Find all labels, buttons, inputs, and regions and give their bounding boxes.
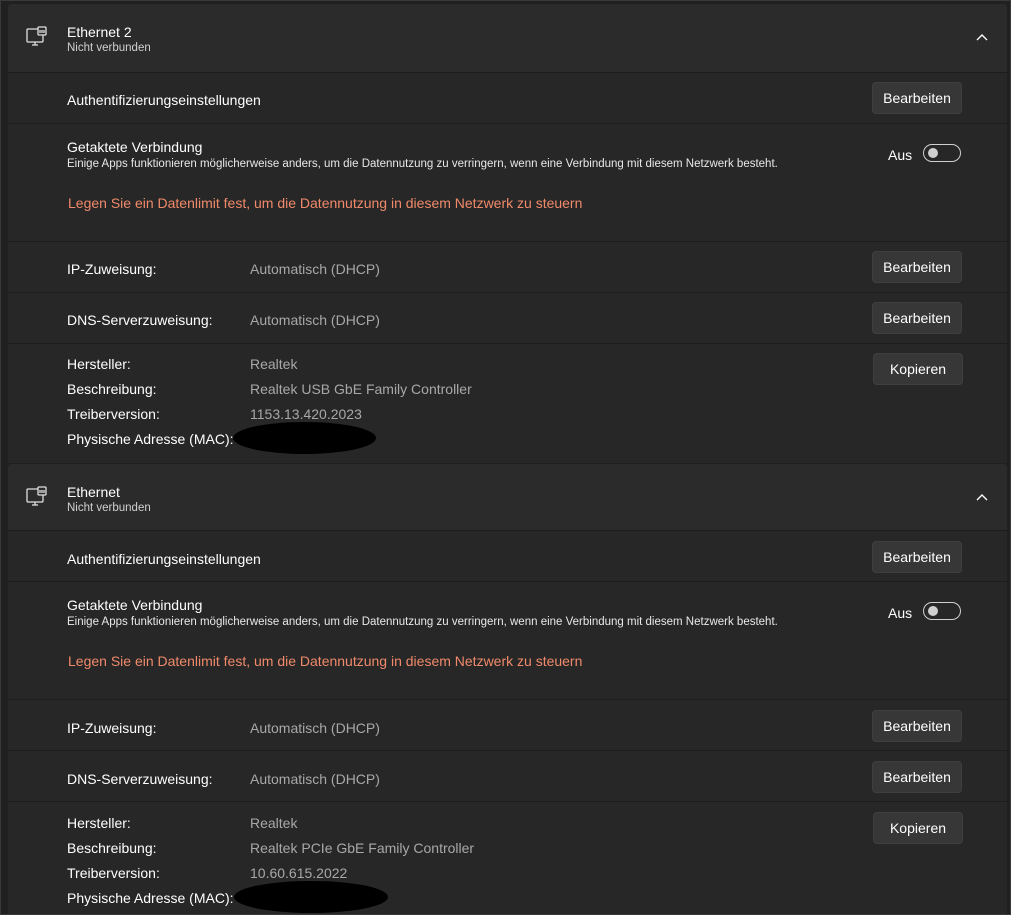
metered-description: Einige Apps funktionieren möglicherweise… — [67, 616, 778, 628]
dns-assignment-label: DNS-Serverzuweisung: — [67, 312, 213, 328]
dns-edit-button[interactable]: Bearbeiten — [872, 302, 962, 334]
metered-connection-row: Getaktete Verbindung Einige Apps funktio… — [8, 123, 1007, 241]
ip-assignment-value: Automatisch (DHCP) — [250, 720, 380, 736]
mac-address-label: Physische Adresse (MAC): — [67, 890, 234, 906]
auth-settings-label: Authentifizierungseinstellungen — [67, 551, 261, 567]
ip-assignment-row: IP-Zuweisung: Automatisch (DHCP) Bearbei… — [8, 241, 1007, 292]
manufacturer-label: Hersteller: — [67, 815, 131, 831]
adapter-title: Ethernet 2 — [67, 24, 132, 40]
mac-address-redaction — [233, 422, 376, 454]
description-label: Beschreibung: — [67, 381, 157, 397]
toggle-knob — [928, 606, 938, 616]
description-value: Realtek PCIe GbE Family Controller — [250, 840, 475, 856]
ip-assignment-label: IP-Zuweisung: — [67, 261, 157, 277]
manufacturer-value: Realtek — [250, 356, 298, 372]
dns-assignment-row: DNS-Serverzuweisung: Automatisch (DHCP) … — [8, 750, 1007, 801]
adapter-status: Nicht verbunden — [67, 42, 151, 54]
ip-assignment-row: IP-Zuweisung: Automatisch (DHCP) Bearbei… — [8, 699, 1007, 750]
metered-toggle-label: Aus — [888, 605, 913, 621]
ip-edit-button[interactable]: Bearbeiten — [872, 251, 962, 283]
data-limit-link[interactable]: Legen Sie ein Datenlimit fest, um die Da… — [68, 195, 582, 211]
adapter-header[interactable]: Ethernet 2 Nicht verbunden — [8, 4, 1007, 72]
dns-edit-button[interactable]: Bearbeiten — [872, 761, 962, 793]
manufacturer-value: Realtek — [250, 815, 298, 831]
mac-address-redaction — [234, 881, 388, 913]
auth-settings-label: Authentifizierungseinstellungen — [67, 92, 261, 108]
metered-toggle[interactable] — [923, 602, 961, 620]
metered-toggle[interactable] — [923, 144, 961, 162]
auth-settings-row: Authentifizierungseinstellungen Bearbeit… — [8, 530, 1007, 581]
ip-edit-button[interactable]: Bearbeiten — [872, 710, 962, 742]
chevron-up-icon[interactable] — [975, 32, 989, 42]
auth-edit-button[interactable]: Bearbeiten — [872, 82, 962, 114]
metered-title: Getaktete Verbindung — [67, 597, 203, 613]
ip-assignment-value: Automatisch (DHCP) — [250, 261, 380, 277]
driver-version-label: Treiberversion: — [67, 406, 160, 422]
copy-button[interactable]: Kopieren — [873, 812, 963, 844]
copy-button[interactable]: Kopieren — [873, 353, 963, 385]
driver-version-value: 1153.13.420.2023 — [250, 406, 362, 422]
dns-assignment-value: Automatisch (DHCP) — [250, 771, 380, 787]
driver-version-label: Treiberversion: — [67, 865, 160, 881]
adapter-properties-row: Hersteller: Realtek Beschreibung: Realte… — [8, 343, 1007, 463]
adapter-status: Nicht verbunden — [67, 502, 151, 514]
network-adapters-page: Ethernet 2 Nicht verbunden Authentifizie… — [0, 0, 1011, 915]
description-value: Realtek USB GbE Family Controller — [250, 381, 472, 397]
ethernet-adapter-icon — [26, 486, 47, 506]
dns-assignment-row: DNS-Serverzuweisung: Automatisch (DHCP) … — [8, 292, 1007, 343]
auth-settings-row: Authentifizierungseinstellungen Bearbeit… — [8, 72, 1007, 123]
manufacturer-label: Hersteller: — [67, 356, 131, 372]
metered-title: Getaktete Verbindung — [67, 139, 203, 155]
chevron-up-icon[interactable] — [975, 492, 989, 502]
dns-assignment-label: DNS-Serverzuweisung: — [67, 771, 213, 787]
driver-version-value: 10.60.615.2022 — [250, 865, 348, 881]
metered-connection-row: Getaktete Verbindung Einige Apps funktio… — [8, 581, 1007, 699]
mac-address-label: Physische Adresse (MAC): — [67, 431, 234, 447]
dns-assignment-value: Automatisch (DHCP) — [250, 312, 380, 328]
adapter-properties-row: Hersteller: Realtek Beschreibung: Realte… — [8, 801, 1007, 914]
adapter-panel-ethernet: Ethernet Nicht verbunden Authentifizieru… — [8, 464, 1007, 914]
metered-toggle-label: Aus — [888, 147, 913, 163]
ip-assignment-label: IP-Zuweisung: — [67, 720, 157, 736]
adapter-panel-ethernet-2: Ethernet 2 Nicht verbunden Authentifizie… — [8, 4, 1007, 463]
description-label: Beschreibung: — [67, 840, 157, 856]
adapter-title: Ethernet — [67, 484, 120, 500]
data-limit-link[interactable]: Legen Sie ein Datenlimit fest, um die Da… — [68, 653, 582, 669]
auth-edit-button[interactable]: Bearbeiten — [872, 541, 962, 573]
metered-description: Einige Apps funktionieren möglicherweise… — [67, 158, 778, 170]
adapter-header[interactable]: Ethernet Nicht verbunden — [8, 464, 1007, 530]
ethernet-adapter-icon — [26, 26, 47, 46]
toggle-knob — [928, 148, 938, 158]
